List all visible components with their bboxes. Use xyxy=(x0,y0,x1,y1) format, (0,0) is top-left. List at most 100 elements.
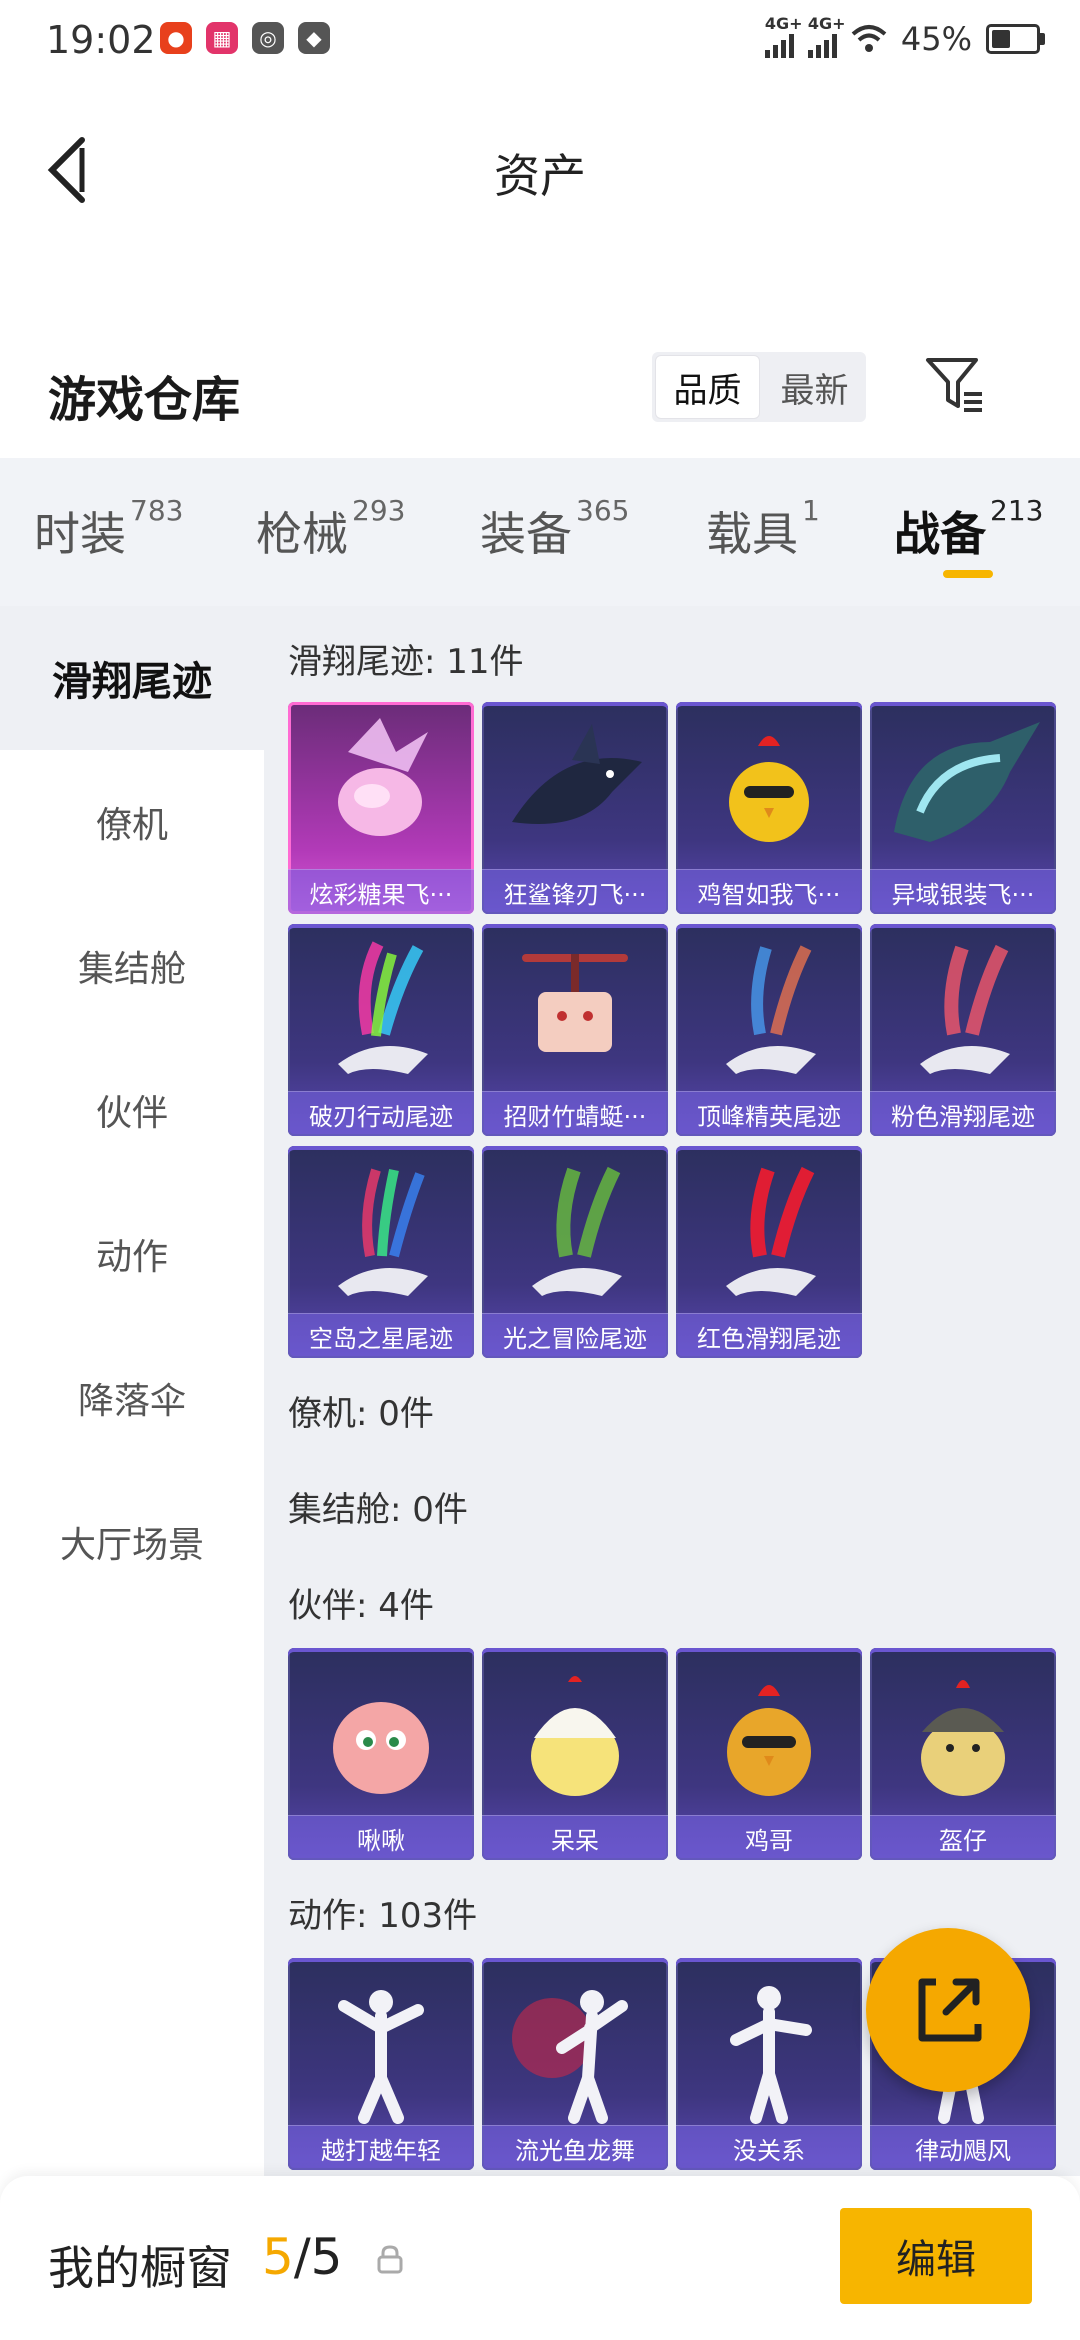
app-notification-icon: ◆ xyxy=(298,22,330,54)
section-header-emote: 动作: 103件 xyxy=(288,1896,478,1936)
green-smoke-trail-icon xyxy=(532,1166,622,1296)
sidebar-item-emote[interactable]: 动作 xyxy=(0,1182,264,1326)
item-card[interactable]: 招财竹蜻蜓··· xyxy=(482,924,668,1136)
item-card[interactable]: 炫彩糖果飞··· xyxy=(288,702,474,914)
item-card[interactable]: 破刃行动尾迹 xyxy=(288,924,474,1136)
item-card[interactable]: 鸡哥 xyxy=(676,1648,862,1860)
share-icon xyxy=(918,1978,982,2042)
sort-toggle: 品质 最新 xyxy=(652,352,866,422)
candy-glider-icon xyxy=(338,718,428,836)
item-label: 粉色滑翔尾迹 xyxy=(870,1091,1056,1136)
item-label: 没关系 xyxy=(676,2125,862,2170)
chicken-partner-icon xyxy=(727,1685,811,1796)
star-smoke-trail-icon xyxy=(338,1168,428,1296)
showcase-bar: 我的橱窗 5/5 编辑 xyxy=(0,2176,1080,2340)
item-card[interactable]: 越打越年轻 xyxy=(288,1958,474,2170)
sidebar-item-lobby-scene[interactable]: 大厅场景 xyxy=(0,1470,264,1614)
item-label: 破刃行动尾迹 xyxy=(288,1091,474,1136)
shrug-pose-icon xyxy=(730,1986,812,2124)
edit-button[interactable]: 编辑 xyxy=(840,2208,1032,2304)
section-header-pod: 集结舱: 0件 xyxy=(288,1490,468,1530)
wifi-icon xyxy=(851,25,887,52)
section-header-partner: 伙伴: 4件 xyxy=(288,1586,434,1626)
status-time: 19:02 xyxy=(46,18,156,62)
pink-smoke-trail-icon xyxy=(920,944,1010,1074)
item-label: 炫彩糖果飞··· xyxy=(288,869,474,914)
showcase-title: 我的橱窗 xyxy=(48,2241,232,2295)
item-label: 空岛之星尾迹 xyxy=(288,1313,474,1358)
item-card[interactable]: 盔仔 xyxy=(870,1648,1056,1860)
sidebar-item-partner[interactable]: 伙伴 xyxy=(0,1038,264,1182)
item-label: 红色滑翔尾迹 xyxy=(676,1313,862,1358)
item-label: 招财竹蜻蜓··· xyxy=(482,1091,668,1136)
item-card[interactable]: 狂鲨锋刃飞··· xyxy=(482,702,668,914)
app-notification-icon: ◎ xyxy=(252,22,284,54)
item-card[interactable]: 呆呆 xyxy=(482,1648,668,1860)
active-tab-indicator xyxy=(943,570,993,578)
item-label: 鸡哥 xyxy=(676,1815,862,1860)
sort-newest-button[interactable]: 最新 xyxy=(763,352,866,422)
dance-pose-icon xyxy=(338,1990,424,2124)
sidebar-item-glide-trail[interactable]: 滑翔尾迹 xyxy=(0,606,264,750)
item-card[interactable]: 空岛之星尾迹 xyxy=(288,1146,474,1358)
sidebar-item-pod[interactable]: 集结舱 xyxy=(0,894,264,1038)
notification-icons: ● ▦ ◎ ◆ xyxy=(160,22,330,54)
filter-icon[interactable] xyxy=(922,352,988,418)
signal-icon: 4G+ xyxy=(764,14,803,58)
item-label: 异域银装飞··· xyxy=(870,869,1056,914)
pink-bird-partner-icon xyxy=(333,1702,429,1794)
dragon-dance-icon xyxy=(512,1990,628,2124)
item-label: 越打越年轻 xyxy=(288,2125,474,2170)
sidebar-item-parachute[interactable]: 降落伞 xyxy=(0,1326,264,1470)
item-card[interactable]: 红色滑翔尾迹 xyxy=(676,1146,862,1358)
share-button[interactable] xyxy=(866,1928,1030,2092)
item-label: 呆呆 xyxy=(482,1815,668,1860)
elite-smoke-trail-icon xyxy=(726,945,816,1074)
battery-icon xyxy=(986,24,1045,54)
tab-guns[interactable]: 枪械 293 xyxy=(256,494,405,564)
app-notification-icon: ▦ xyxy=(206,22,238,54)
warehouse-title: 游戏仓库 xyxy=(48,372,241,428)
sidebar: 滑翔尾迹 僚机 集结舱 伙伴 动作 降落伞 大厅场景 xyxy=(0,606,264,2176)
item-label: 盔仔 xyxy=(870,1815,1056,1860)
shark-glider-icon xyxy=(512,724,642,824)
tab-vehicles[interactable]: 载具 1 xyxy=(706,494,820,564)
signal-icon: 4G+ xyxy=(807,14,846,58)
page-title: 资产 xyxy=(494,149,586,203)
showcase-count: 5/5 xyxy=(262,2228,343,2286)
section-header-wingman: 僚机: 0件 xyxy=(288,1394,434,1434)
status-bar: 19:02 ● ▦ ◎ ◆ 4G+ 4G+ 45% xyxy=(0,0,1080,90)
sort-quality-button[interactable]: 品质 xyxy=(655,355,760,419)
item-card[interactable]: 没关系 xyxy=(676,1958,862,2170)
rainbow-smoke-trail-icon xyxy=(338,941,428,1074)
item-card[interactable]: 顶峰精英尾迹 xyxy=(676,924,862,1136)
battery-percent: 45% xyxy=(900,20,972,58)
item-label: 律动飓风 xyxy=(870,2125,1056,2170)
item-card[interactable]: 鸡智如我飞··· xyxy=(676,702,862,914)
item-card[interactable]: 异域银装飞··· xyxy=(870,702,1056,914)
item-label: 鸡智如我飞··· xyxy=(676,869,862,914)
item-label: 顶峰精英尾迹 xyxy=(676,1091,862,1136)
item-label: 光之冒险尾迹 xyxy=(482,1313,668,1358)
item-label: 狂鲨锋刃飞··· xyxy=(482,869,668,914)
red-smoke-trail-icon xyxy=(726,1166,816,1296)
section-header-glide: 滑翔尾迹: 11件 xyxy=(288,642,524,682)
lock-icon xyxy=(377,2245,403,2274)
category-tabs: 时装 783 枪械 293 装备 365 载具 1 战备 213 xyxy=(0,458,1080,606)
egg-chick-partner-icon xyxy=(531,1676,619,1796)
tab-fashion[interactable]: 时装 783 xyxy=(34,494,183,564)
tab-combat-prep[interactable]: 战备 213 xyxy=(894,494,1043,564)
sidebar-item-wingman[interactable]: 僚机 xyxy=(0,750,264,894)
item-label: 流光鱼龙舞 xyxy=(482,2125,668,2170)
item-label: 啾啾 xyxy=(288,1815,474,1860)
helmet-chick-partner-icon xyxy=(921,1680,1005,1796)
exotic-glider-icon xyxy=(894,722,1040,842)
item-card[interactable]: 流光鱼龙舞 xyxy=(482,1958,668,2170)
item-card[interactable]: 粉色滑翔尾迹 xyxy=(870,924,1056,1136)
bamboo-copter-icon xyxy=(522,954,628,1052)
item-card[interactable]: 光之冒险尾迹 xyxy=(482,1146,668,1358)
app-notification-icon: ● xyxy=(160,22,192,54)
item-card[interactable]: 啾啾 xyxy=(288,1648,474,1860)
tab-equipment[interactable]: 装备 365 xyxy=(480,494,629,564)
chicken-glider-icon xyxy=(729,736,809,842)
